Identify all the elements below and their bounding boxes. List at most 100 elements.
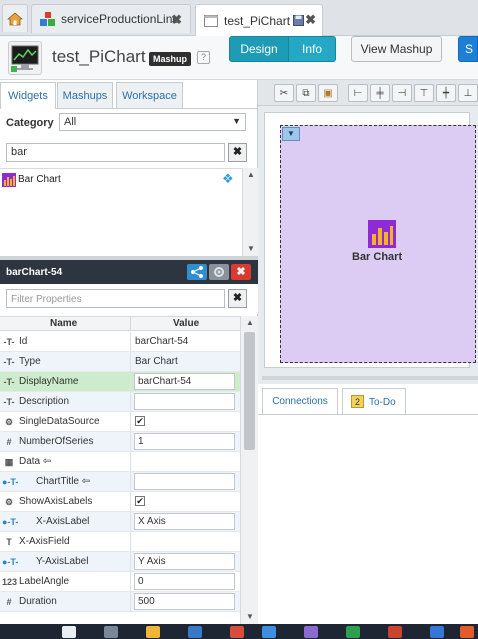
taskbar-icon[interactable]: [146, 626, 160, 638]
property-row[interactable]: ●-T- X-AxisLabel X Axis: [0, 512, 240, 532]
align-left-icon: ⊢: [353, 87, 363, 99]
align-center-icon: ╪: [376, 87, 384, 99]
widget-search-input[interactable]: bar: [6, 143, 225, 162]
properties-scrollbar[interactable]: ▲ ▼: [240, 316, 258, 624]
design-button[interactable]: Design: [229, 36, 289, 62]
close-icon[interactable]: ✖: [171, 12, 182, 28]
taskbar-icon[interactable]: [188, 626, 202, 638]
property-row[interactable]: ●-T- ChartTitle ⇦: [0, 472, 240, 492]
taskbar-icon[interactable]: [460, 626, 474, 638]
property-value-input[interactable]: Y Axis: [134, 553, 235, 570]
filter-bar: Filter Properties ✖: [0, 284, 258, 314]
tab-todo[interactable]: 2 To-Do: [342, 388, 406, 414]
save-icon[interactable]: [293, 15, 305, 26]
align-middle-icon: ┿: [442, 87, 450, 99]
taskbar-icon[interactable]: [346, 626, 360, 638]
taskbar-icon[interactable]: [62, 626, 76, 638]
taskbar-icon[interactable]: [262, 626, 276, 638]
property-value-input[interactable]: 500: [134, 593, 235, 610]
cut-button[interactable]: ✂: [274, 84, 294, 102]
property-type-icon: #: [6, 597, 12, 607]
properties-table: -T- Id barChart-54 -T- Type Bar Chart -T- Displ…: [0, 332, 240, 624]
taskbar-icon[interactable]: [104, 626, 118, 638]
list-item-label: Bar Chart: [18, 174, 61, 185]
property-checkbox[interactable]: ✔: [135, 496, 145, 506]
filter-properties-input[interactable]: Filter Properties: [6, 289, 225, 308]
taskbar-icon[interactable]: [430, 626, 444, 638]
align-right-button[interactable]: ⊣: [392, 84, 412, 102]
gear-icon: [214, 267, 224, 277]
property-value-input[interactable]: 0: [134, 573, 235, 590]
property-checkbox[interactable]: ✔: [135, 416, 145, 426]
taskbar-icon[interactable]: [304, 626, 318, 638]
scrollbar-thumb[interactable]: [244, 332, 255, 450]
copy-button[interactable]: ⧉: [296, 84, 316, 102]
property-row[interactable]: # Duration 500: [0, 592, 240, 612]
align-top-button[interactable]: ⊤: [414, 84, 434, 102]
property-row[interactable]: -T- Description: [0, 392, 240, 412]
align-bottom-button[interactable]: ⊥: [458, 84, 478, 102]
help-icon[interactable]: ?: [197, 51, 210, 64]
property-row[interactable]: ▦ Data ⇦: [0, 452, 240, 472]
tab-test-pichart[interactable]: test_PiChart ✖: [195, 4, 323, 36]
chevron-down-icon: ▼: [232, 116, 241, 126]
property-value-input[interactable]: [134, 473, 235, 490]
property-value-input[interactable]: [134, 393, 235, 410]
property-name: Type: [19, 356, 41, 367]
canvas-surface: ▼ Bar Chart: [264, 112, 476, 368]
settings-button[interactable]: [209, 264, 229, 280]
property-name: Id: [19, 336, 28, 347]
clear-filter-button[interactable]: ✖: [228, 289, 247, 308]
category-select[interactable]: All ▼: [59, 113, 246, 131]
design-canvas-panel: ✂ ⧉ ▣ ⊢ ╪ ⊣ ⊤ ┿ ⊥ ▼ Bar Chart Connection…: [258, 80, 478, 639]
property-row[interactable]: -T- DisplayName barChart-54: [0, 372, 240, 392]
property-value-input[interactable]: X Axis: [134, 513, 235, 530]
paste-button[interactable]: ▣: [318, 84, 338, 102]
tab-workspace[interactable]: Workspace: [116, 82, 183, 108]
taskbar-icon[interactable]: [230, 626, 244, 638]
scissors-icon: ✂: [279, 87, 289, 99]
property-name: NumberOfSeries: [19, 436, 94, 447]
home-tab[interactable]: [2, 4, 28, 32]
drag-icon[interactable]: ❖: [222, 171, 234, 187]
clear-search-button[interactable]: ✖: [228, 143, 247, 162]
tab-mashups[interactable]: Mashups: [57, 82, 113, 108]
property-type-icon: ⚙: [4, 417, 14, 427]
widget-list-scrollbar[interactable]: ▲ ▼: [242, 168, 258, 256]
property-row[interactable]: -T- Id barChart-54: [0, 332, 240, 352]
close-icon[interactable]: ✖: [305, 12, 316, 28]
property-value-input[interactable]: barChart-54: [134, 373, 235, 390]
save-button[interactable]: S: [458, 36, 478, 62]
info-button[interactable]: Info: [288, 36, 336, 62]
property-type-icon: ●-T-: [2, 557, 19, 567]
view-mashup-button[interactable]: View Mashup: [351, 36, 442, 62]
home-icon: [7, 11, 23, 25]
property-value-input[interactable]: 1: [134, 433, 235, 450]
tab-widgets[interactable]: Widgets: [0, 82, 56, 109]
list-item[interactable]: Bar Chart ❖: [0, 171, 242, 189]
bar-chart-widget[interactable]: ▼ Bar Chart: [280, 125, 476, 363]
align-center-button[interactable]: ╪: [370, 84, 390, 102]
widget-label: Bar Chart: [352, 251, 403, 263]
property-row[interactable]: ⚙ ShowAxisLabels ✔: [0, 492, 240, 512]
property-name: Duration: [19, 596, 57, 607]
property-row[interactable]: T X-AxisField: [0, 532, 240, 552]
align-middle-button[interactable]: ┿: [436, 84, 456, 102]
taskbar-icon[interactable]: [388, 626, 402, 638]
tab-service-production-line[interactable]: serviceProductionLine ✖: [31, 4, 191, 33]
property-row[interactable]: # NumberOfSeries 1: [0, 432, 240, 452]
bar-chart-icon: [368, 220, 396, 248]
property-row[interactable]: ⚙ SingleDataSource ✔: [0, 412, 240, 432]
share-button[interactable]: [187, 264, 207, 280]
properties-title: barChart-54: [6, 267, 63, 278]
property-row[interactable]: -T- Type Bar Chart: [0, 352, 240, 372]
property-value: Bar Chart: [135, 356, 178, 367]
property-row[interactable]: ●-T- Y-AxisLabel Y Axis: [0, 552, 240, 572]
align-left-button[interactable]: ⊢: [348, 84, 368, 102]
align-bottom-icon: ⊥: [463, 87, 473, 99]
delete-widget-button[interactable]: ✖: [231, 264, 251, 280]
canvas-splitter[interactable]: [262, 376, 478, 380]
widget-menu-button[interactable]: ▼: [282, 127, 300, 141]
property-row[interactable]: 123 LabelAngle 0: [0, 572, 240, 592]
tab-connections[interactable]: Connections: [262, 388, 338, 414]
